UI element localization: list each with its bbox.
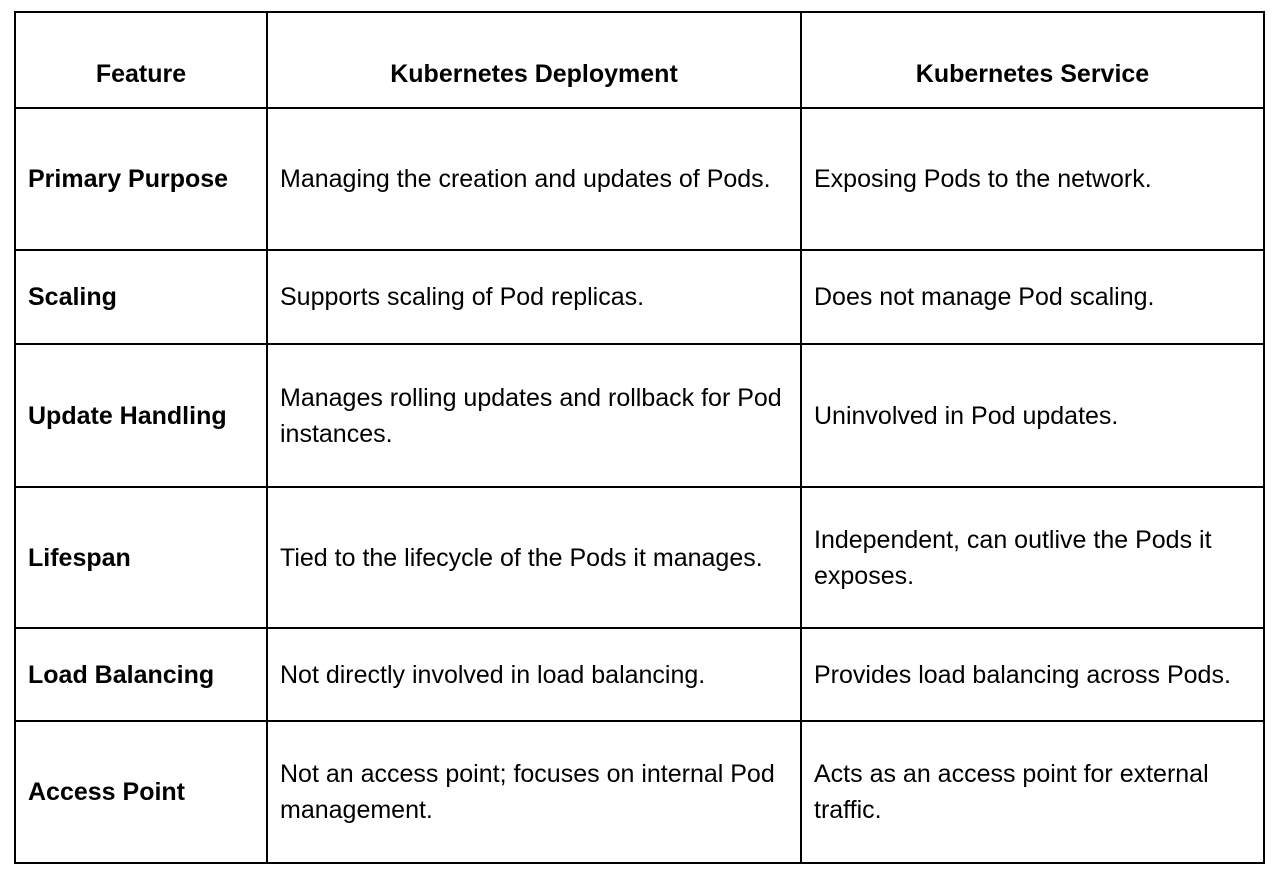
service-cell: Uninvolved in Pod updates. <box>800 343 1265 488</box>
feature-cell: Primary Purpose <box>14 107 268 251</box>
feature-cell: Access Point <box>14 720 268 864</box>
header-service: Kubernetes Service <box>800 11 1265 109</box>
service-cell: Does not manage Pod scaling. <box>800 249 1265 345</box>
deployment-cell: Manages rolling updates and rollback for… <box>266 343 802 488</box>
service-cell: Provides load balancing across Pods. <box>800 627 1265 722</box>
deployment-cell: Not directly involved in load balancing. <box>266 627 802 722</box>
table-row: Lifespan Tied to the lifecycle of the Po… <box>14 486 1265 629</box>
table-row: Scaling Supports scaling of Pod replicas… <box>14 249 1265 345</box>
feature-cell: Load Balancing <box>14 627 268 722</box>
comparison-table: Feature Kubernetes Deployment Kubernetes… <box>14 11 1265 864</box>
service-cell: Independent, can outlive the Pods it exp… <box>800 486 1265 629</box>
table-row: Load Balancing Not directly involved in … <box>14 627 1265 722</box>
deployment-cell: Tied to the lifecycle of the Pods it man… <box>266 486 802 629</box>
table-row: Primary Purpose Managing the creation an… <box>14 107 1265 251</box>
feature-cell: Update Handling <box>14 343 268 488</box>
header-row: Feature Kubernetes Deployment Kubernetes… <box>14 11 1265 109</box>
table-row: Access Point Not an access point; focuse… <box>14 720 1265 864</box>
service-cell: Exposing Pods to the network. <box>800 107 1265 251</box>
deployment-cell: Supports scaling of Pod replicas. <box>266 249 802 345</box>
deployment-cell: Managing the creation and updates of Pod… <box>266 107 802 251</box>
table-row: Update Handling Manages rolling updates … <box>14 343 1265 488</box>
header-feature: Feature <box>14 11 268 109</box>
feature-cell: Lifespan <box>14 486 268 629</box>
feature-cell: Scaling <box>14 249 268 345</box>
deployment-cell: Not an access point; focuses on internal… <box>266 720 802 864</box>
header-deployment: Kubernetes Deployment <box>266 11 802 109</box>
service-cell: Acts as an access point for external tra… <box>800 720 1265 864</box>
